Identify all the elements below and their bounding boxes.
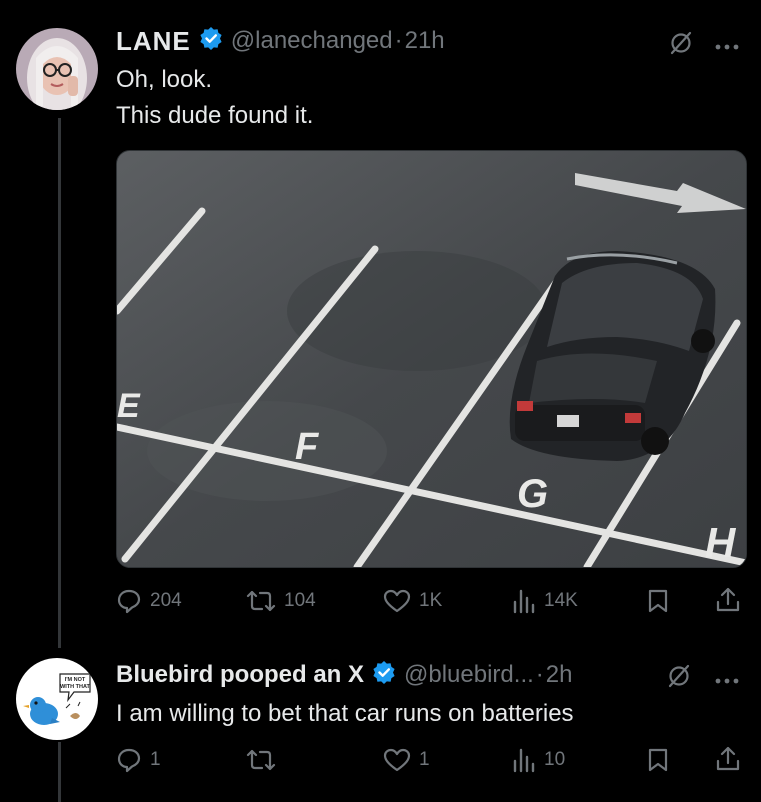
svg-text:WITH THAT: WITH THAT bbox=[60, 684, 90, 690]
repost-count: 104 bbox=[284, 590, 316, 611]
timestamp[interactable]: 2h bbox=[546, 661, 573, 689]
bookmark-icon[interactable] bbox=[647, 588, 669, 619]
heart-icon bbox=[383, 589, 411, 613]
bookmark-icon[interactable] bbox=[647, 747, 669, 778]
timestamp[interactable]: 21h bbox=[405, 27, 445, 55]
analytics-icon bbox=[513, 748, 535, 773]
reply-count: 204 bbox=[150, 590, 182, 611]
space-label-g: G bbox=[517, 472, 548, 516]
avatar-bluebird[interactable]: I'M NOT WITH THAT bbox=[16, 658, 98, 740]
like-button[interactable]: 1K bbox=[383, 588, 442, 614]
tweet-text: I am willing to bet that car runs on bat… bbox=[116, 700, 574, 727]
like-count: 1K bbox=[419, 590, 443, 611]
grok-icon[interactable] bbox=[668, 30, 694, 61]
grok-icon[interactable] bbox=[666, 663, 692, 694]
thread-connector-line-2 bbox=[58, 742, 61, 802]
repost-icon bbox=[246, 590, 276, 612]
display-name[interactable]: LANE bbox=[116, 26, 191, 57]
share-icon[interactable] bbox=[715, 745, 741, 778]
avatar-lane[interactable] bbox=[16, 28, 98, 110]
handle[interactable]: @bluebird... bbox=[404, 661, 534, 689]
reply-button[interactable]: 1 bbox=[116, 747, 161, 773]
handle[interactable]: @lanechanged bbox=[231, 27, 393, 55]
repost-button[interactable]: 104 bbox=[246, 588, 316, 614]
more-options-icon[interactable] bbox=[714, 672, 740, 690]
parking-lot-photo-icon: E F G H bbox=[117, 151, 746, 567]
separator: · bbox=[394, 27, 403, 54]
thread-connector-line bbox=[58, 118, 61, 648]
more-options-icon[interactable] bbox=[714, 38, 740, 56]
heart-icon bbox=[383, 748, 411, 772]
display-name[interactable]: Bluebird pooped an X bbox=[116, 661, 364, 689]
like-count: 1 bbox=[419, 749, 430, 770]
verified-badge-icon bbox=[199, 26, 223, 57]
tweet-text-line-2: This dude found it. bbox=[116, 102, 314, 129]
avatar-sign-text: I'M NOT bbox=[65, 677, 86, 683]
views-button[interactable]: 14K bbox=[512, 588, 578, 614]
space-label-h: H bbox=[705, 519, 737, 566]
reply-icon bbox=[117, 589, 141, 614]
repost-button[interactable] bbox=[246, 747, 276, 773]
tweet-text-line-1: Oh, look. bbox=[116, 66, 213, 93]
analytics-icon bbox=[513, 589, 535, 614]
separator: · bbox=[535, 661, 544, 688]
reply-button[interactable]: 204 bbox=[116, 588, 182, 614]
view-count: 14K bbox=[544, 590, 578, 611]
reply-icon bbox=[117, 748, 141, 773]
verified-badge-icon bbox=[372, 660, 396, 691]
tweet-media-image[interactable]: E F G H bbox=[116, 150, 747, 568]
space-label-f: F bbox=[295, 426, 320, 468]
share-icon[interactable] bbox=[715, 586, 741, 619]
repost-icon bbox=[246, 749, 276, 771]
reply-count: 1 bbox=[150, 749, 161, 770]
views-button[interactable]: 10 bbox=[512, 747, 565, 773]
space-label-e: E bbox=[117, 387, 141, 425]
like-button[interactable]: 1 bbox=[383, 747, 430, 773]
view-count: 10 bbox=[544, 749, 566, 770]
